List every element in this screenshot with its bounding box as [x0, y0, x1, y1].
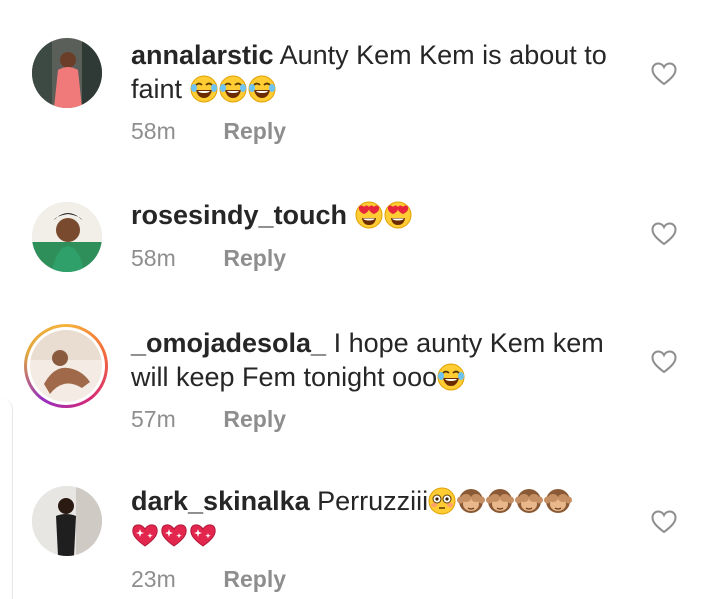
timestamp: 23m	[131, 566, 176, 592]
comment-body: dark_skinalka Perruzziii	[131, 484, 631, 552]
timestamp: 58m	[131, 245, 176, 271]
comment-body: _omojadesola_ I hope aunty Kem kem will …	[131, 326, 631, 394]
comment-text: I hope aunty Kem kem	[333, 328, 604, 358]
heart-icon[interactable]	[651, 510, 677, 534]
face-with-tears-of-joy-icon	[248, 75, 276, 103]
username[interactable]: rosesindy_touch	[131, 200, 347, 230]
comment-text-line2: faint	[131, 74, 183, 104]
avatar[interactable]	[32, 202, 102, 272]
comment-text: Perruzziii	[317, 486, 429, 516]
avatar[interactable]	[32, 486, 102, 556]
side-divider	[0, 398, 13, 599]
heart-icon[interactable]	[651, 62, 677, 86]
reply-button[interactable]: Reply	[223, 406, 286, 432]
username[interactable]: dark_skinalka	[131, 486, 310, 516]
see-no-evil-monkey-icon	[486, 487, 514, 515]
username[interactable]: annalarstic	[131, 40, 274, 70]
comment-text-line2: will keep Fem tonight ooo	[131, 362, 438, 392]
comment-body: annalarstic Aunty Kem Kem is about to fa…	[131, 38, 631, 106]
see-no-evil-monkey-icon	[515, 487, 543, 515]
comment-meta: 58m Reply	[131, 245, 286, 272]
avatar[interactable]	[32, 38, 102, 108]
heart-icon[interactable]	[651, 350, 677, 374]
comment-text: Aunty Kem Kem is about to	[279, 40, 607, 70]
comment-meta: 58m Reply	[131, 118, 286, 145]
timestamp: 57m	[131, 406, 176, 432]
timestamp: 58m	[131, 118, 176, 144]
see-no-evil-monkey-icon	[544, 487, 572, 515]
username[interactable]: _omojadesola_	[131, 328, 326, 358]
sparkling-heart-icon	[189, 521, 217, 549]
smiling-face-with-heart-eyes-icon	[355, 201, 383, 229]
face-with-tears-of-joy-icon	[437, 363, 465, 391]
reply-button[interactable]: Reply	[223, 245, 286, 271]
face-with-tears-of-joy-icon	[219, 75, 247, 103]
comment-meta: 23m Reply	[131, 566, 286, 593]
reply-button[interactable]: Reply	[223, 118, 286, 144]
reply-button[interactable]: Reply	[223, 566, 286, 592]
comment-body: rosesindy_touch	[131, 198, 631, 232]
heart-icon[interactable]	[651, 222, 677, 246]
face-with-tears-of-joy-icon	[190, 75, 218, 103]
comment-meta: 57m Reply	[131, 406, 286, 433]
see-no-evil-monkey-icon	[457, 487, 485, 515]
smiling-face-with-heart-eyes-icon	[384, 201, 412, 229]
sparkling-heart-icon	[160, 521, 188, 549]
flushed-face-icon	[428, 487, 456, 515]
sparkling-heart-icon	[131, 521, 159, 549]
avatar-story-ring[interactable]	[24, 324, 108, 408]
